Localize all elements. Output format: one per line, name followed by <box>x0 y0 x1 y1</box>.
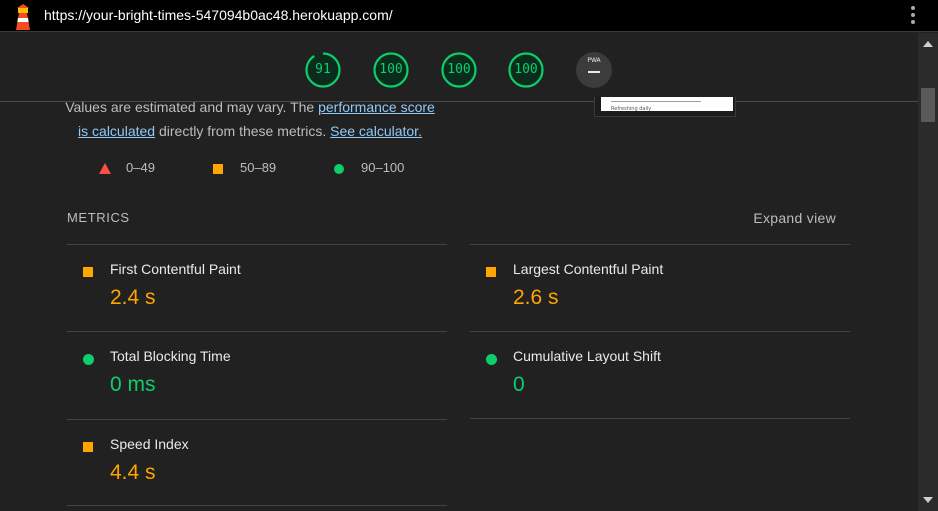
gauge-seo-score: 100 <box>514 62 538 77</box>
average-square-icon <box>486 267 496 277</box>
gauge-pwa[interactable]: PWA <box>576 52 612 88</box>
more-menu-icon[interactable] <box>910 6 916 26</box>
metric-value: 2.4 s <box>110 286 156 309</box>
metric-value: 0 <box>513 373 525 396</box>
average-square-icon <box>83 267 93 277</box>
pass-circle-icon <box>486 354 497 365</box>
pass-circle-icon <box>334 164 344 174</box>
metric-label: First Contentful Paint <box>110 261 241 277</box>
metric-label: Total Blocking Time <box>110 348 231 364</box>
pass-circle-icon <box>83 354 94 365</box>
legend-pass-range: 90–100 <box>361 160 405 175</box>
final-screenshot-thumbnail[interactable]: Refreshing daily <box>594 97 736 117</box>
metric-value: 2.6 s <box>513 286 559 309</box>
fail-triangle-icon <box>99 163 111 174</box>
page-url[interactable]: https://your-bright-times-547094b0ac48.h… <box>44 7 393 23</box>
description-text: Values are estimated and may vary. The <box>65 99 319 115</box>
gauge-accessibility-score: 100 <box>379 62 403 77</box>
legend-fail-range: 0–49 <box>126 160 155 175</box>
thumbnail-caption: Refreshing daily <box>611 106 652 112</box>
metric-label: Largest Contentful Paint <box>513 261 664 277</box>
performance-score-link[interactable]: performance score <box>318 99 435 115</box>
legend-average-range: 50–89 <box>240 160 277 175</box>
url-bar: https://your-bright-times-547094b0ac48.h… <box>0 0 938 32</box>
metrics-description: Values are estimated and may vary. The p… <box>60 95 440 143</box>
metric-total-blocking-time: Total Blocking Time 0 ms <box>67 332 447 418</box>
metric-first-contentful-paint: First Contentful Paint 2.4 s <box>67 245 447 331</box>
see-calculator-link[interactable]: See calculator. <box>330 123 422 139</box>
lighthouse-logo-icon <box>16 4 30 30</box>
is-calculated-link[interactable]: is calculated <box>78 123 155 139</box>
metric-label: Speed Index <box>110 436 189 452</box>
gauge-accessibility[interactable]: 100 <box>373 52 409 88</box>
scroll-up-arrow-icon[interactable] <box>923 41 933 47</box>
scrollbar-thumb[interactable] <box>921 88 935 122</box>
metric-cumulative-layout-shift: Cumulative Layout Shift 0 <box>470 332 850 418</box>
metrics-heading: METRICS <box>67 210 130 225</box>
gauge-seo[interactable]: 100 <box>508 52 544 88</box>
metric-speed-index: Speed Index 4.4 s <box>67 420 447 506</box>
vertical-scrollbar[interactable] <box>918 33 938 511</box>
expand-view-toggle[interactable]: Expand view <box>753 210 836 226</box>
metric-largest-contentful-paint: Largest Contentful Paint 2.6 s <box>470 245 850 331</box>
gauge-performance[interactable]: 91 <box>305 52 341 88</box>
pwa-badge-label: PWA <box>587 57 601 64</box>
score-gauges-header: 91 100 100 100 PWA <box>0 33 918 102</box>
metric-value: 4.4 s <box>110 461 156 484</box>
average-square-icon <box>83 442 93 452</box>
gauge-performance-score: 91 <box>315 62 331 77</box>
metric-value: 0 ms <box>110 373 156 396</box>
divider <box>470 418 850 419</box>
gauge-best-practices[interactable]: 100 <box>441 52 477 88</box>
average-square-icon <box>213 164 223 174</box>
thumbnail-line <box>611 101 701 102</box>
gauge-best-practices-score: 100 <box>447 62 471 77</box>
metric-label: Cumulative Layout Shift <box>513 348 661 364</box>
description-middle: directly from these metrics. <box>155 123 331 139</box>
scroll-down-arrow-icon[interactable] <box>923 497 933 503</box>
pwa-dash-icon <box>588 71 600 73</box>
